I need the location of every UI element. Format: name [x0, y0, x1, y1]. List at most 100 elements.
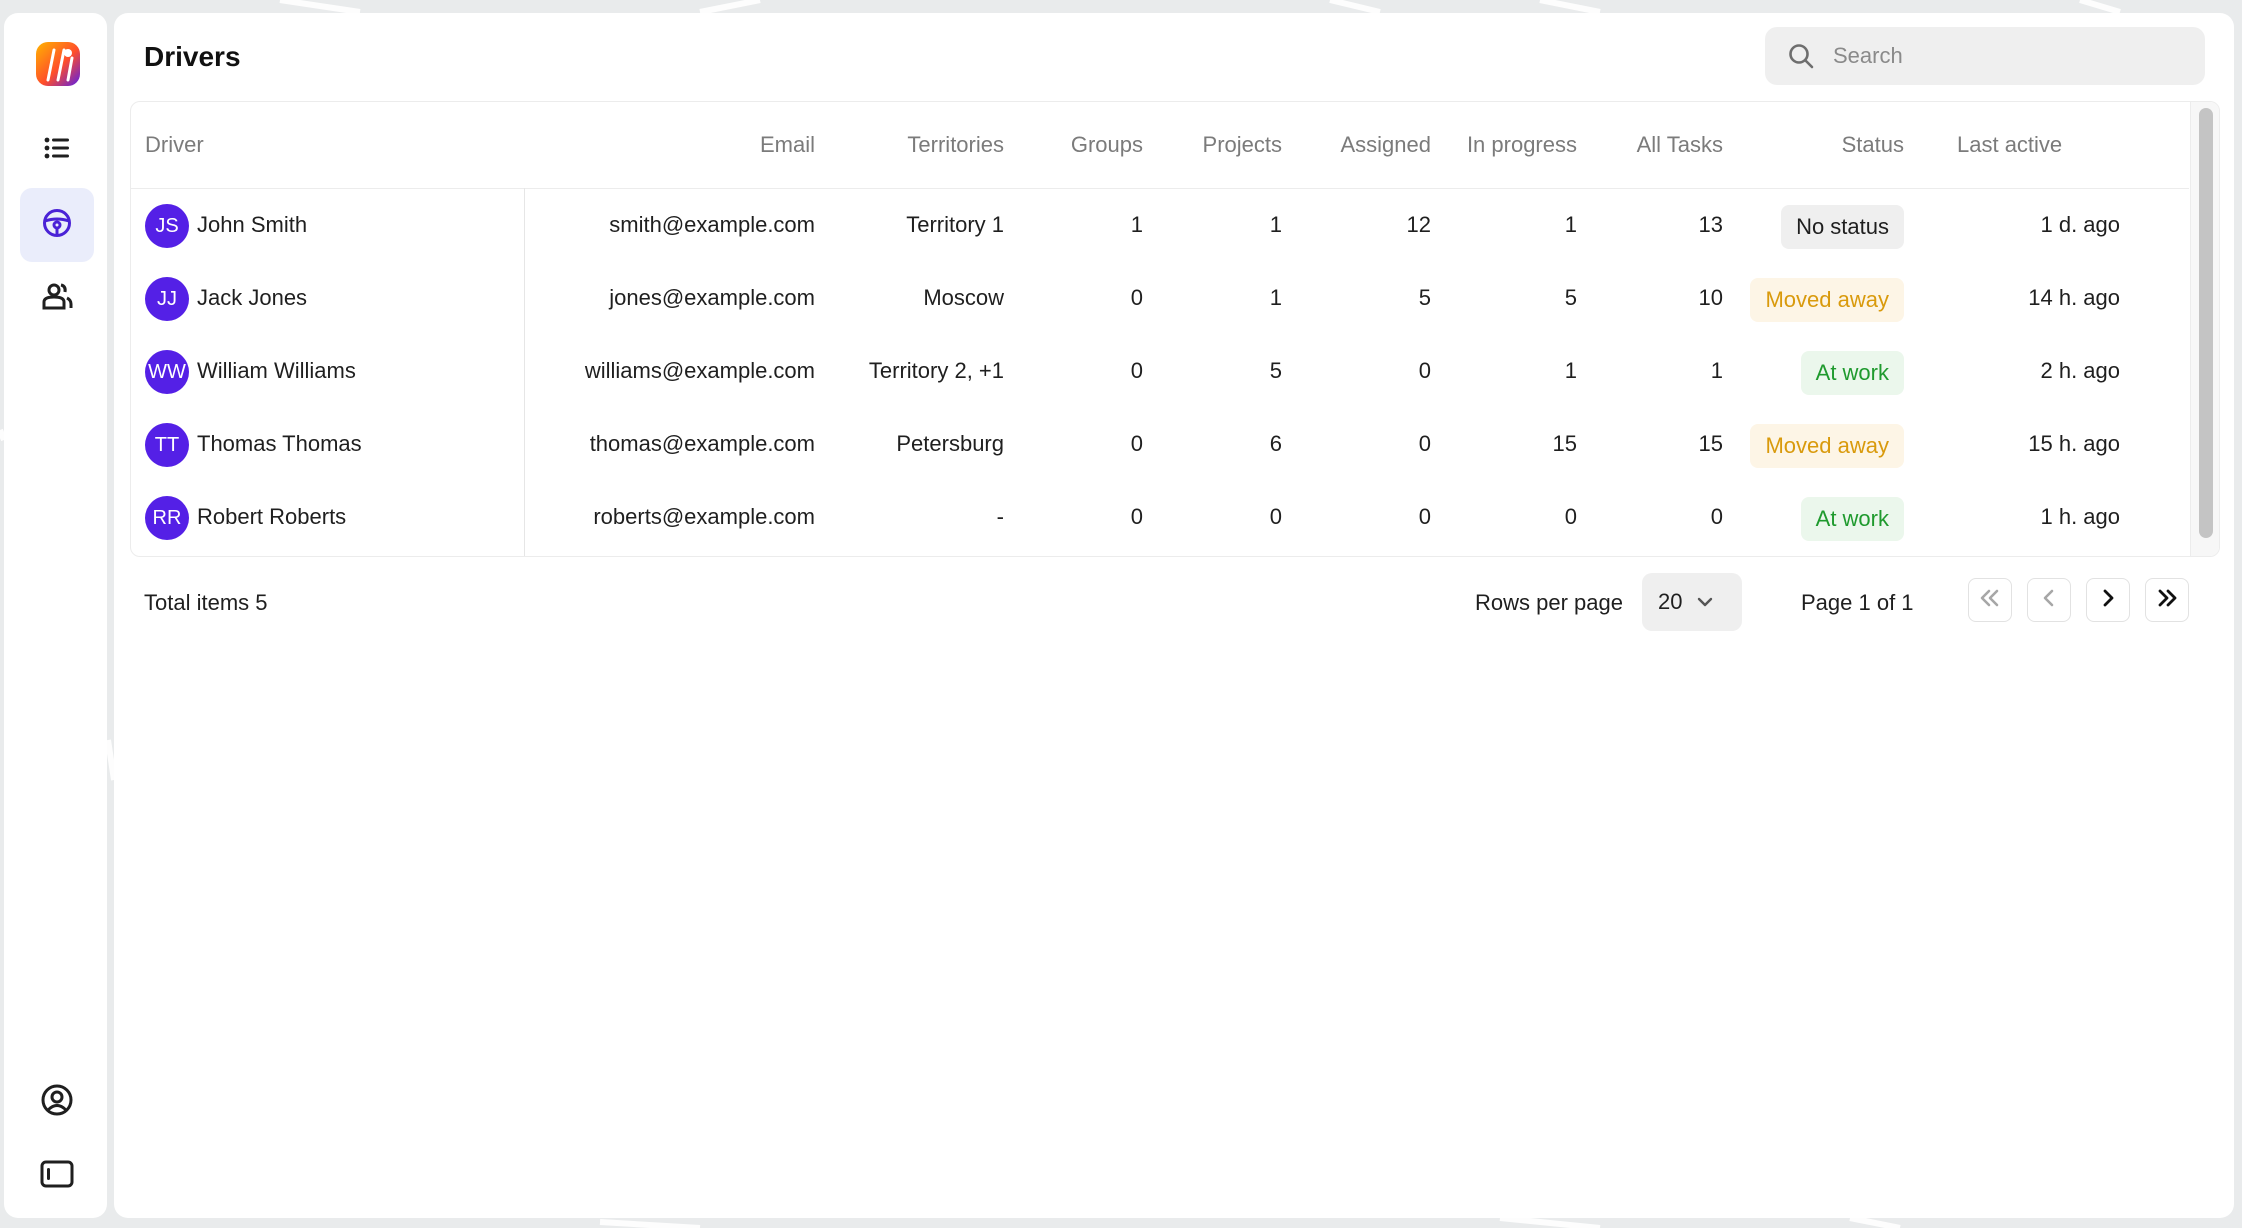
nav-drivers[interactable]	[20, 188, 94, 262]
cell-territories: Petersburg	[896, 431, 1004, 456]
status-badge: No status	[1781, 205, 1904, 249]
search-input[interactable]	[1831, 42, 2195, 70]
cell-assigned: 5	[1418, 285, 1431, 310]
avatar: JS	[145, 204, 189, 248]
cell-projects: 6	[1269, 431, 1282, 456]
header-last-active[interactable]: Last active	[1957, 132, 2062, 158]
cell-territories: Territory 2, +1	[868, 358, 1004, 383]
cell-driver-name: Jack Jones	[197, 285, 308, 310]
cell-assigned: 0	[1418, 358, 1431, 383]
avatar: RR	[145, 496, 189, 540]
chevrons-right-icon	[2155, 588, 2179, 613]
chevron-right-icon	[2100, 588, 2116, 613]
app-logo[interactable]	[34, 40, 82, 88]
cell-assigned: 12	[1406, 212, 1431, 237]
search-icon	[1787, 41, 1817, 71]
cell-groups: 0	[1130, 285, 1143, 310]
sidebar-toggle-icon	[40, 1160, 74, 1193]
cell-driver-name: William Williams	[197, 358, 356, 383]
header-all-tasks[interactable]: All Tasks	[1637, 132, 1723, 158]
last-page-button[interactable]	[2145, 578, 2189, 622]
cell-groups: 1	[1130, 212, 1143, 237]
table-row[interactable]: TT Thomas Thomas thomas@example.com Petersb…	[131, 409, 2189, 482]
list-icon	[42, 133, 72, 168]
cell-in-progress: 1	[1564, 212, 1577, 237]
status-badge: Moved away	[1750, 424, 1904, 468]
cell-assigned: 0	[1418, 504, 1431, 529]
cell-driver-name: Robert Roberts	[197, 504, 347, 529]
next-page-button[interactable]	[2086, 578, 2130, 622]
table-row[interactable]: JJ Jack Jones jones@example.com Moscow 0 1 5 5 1…	[131, 263, 2189, 336]
scrollbar-thumb[interactable]	[2199, 108, 2213, 538]
table-scrollbar[interactable]	[2190, 102, 2219, 556]
status-badge: Moved away	[1750, 278, 1904, 322]
nav-groups[interactable]	[20, 261, 94, 335]
user-circle-icon	[40, 1083, 74, 1122]
table-header: Driver Email Territories Groups Projects…	[131, 102, 2189, 189]
prev-page-button[interactable]	[2027, 578, 2071, 622]
table-row[interactable]: RR Robert Roberts roberts@example.com - 0 0 0 0…	[131, 482, 2189, 555]
cell-groups: 0	[1130, 358, 1143, 383]
drivers-table: Driver Email Territories Groups Projects…	[130, 101, 2220, 557]
cell-last-active: 2 h. ago	[2040, 358, 2120, 383]
search-box[interactable]	[1765, 27, 2205, 85]
table-row[interactable]: JS John Smith smith@example.com Territory 1…	[131, 190, 2189, 263]
cell-last-active: 1 h. ago	[2040, 504, 2120, 529]
sidebar	[4, 13, 107, 1218]
total-items: Total items 5	[144, 590, 268, 615]
cell-groups: 0	[1130, 431, 1143, 456]
cell-last-active: 15 h. ago	[2028, 431, 2120, 456]
cell-territories: -	[996, 504, 1004, 529]
page-info: Page 1 of 1	[1801, 590, 1914, 615]
cell-in-progress: 0	[1564, 504, 1577, 529]
rows-per-page-select[interactable]: 20	[1642, 573, 1742, 631]
cell-in-progress: 1	[1564, 358, 1577, 383]
cell-email: thomas@example.com	[589, 431, 815, 456]
main-panel: Drivers Driver Email Territories Groups …	[114, 13, 2234, 1218]
header-in-progress[interactable]: In progress	[1467, 132, 1577, 158]
cell-email: roberts@example.com	[593, 504, 815, 529]
header-driver[interactable]: Driver	[145, 132, 204, 158]
header-territories[interactable]: Territories	[907, 132, 1004, 158]
table-row[interactable]: WW William Williams williams@example.com Te…	[131, 336, 2189, 409]
cell-all-tasks: 0	[1710, 504, 1723, 529]
cell-territories: Moscow	[923, 285, 1004, 310]
avatar: TT	[145, 423, 189, 467]
chevron-left-icon	[2041, 588, 2057, 613]
cell-all-tasks: 10	[1698, 285, 1723, 310]
cell-all-tasks: 1	[1710, 358, 1723, 383]
cell-email: smith@example.com	[609, 212, 815, 237]
status-badge: At work	[1800, 351, 1904, 395]
cell-in-progress: 5	[1564, 285, 1577, 310]
cell-last-active: 14 h. ago	[2028, 285, 2120, 310]
rows-per-page-value: 20	[1658, 589, 1683, 614]
avatar: WW	[145, 350, 189, 394]
nav-toggle-sidebar[interactable]	[20, 1139, 94, 1213]
avatar: JJ	[145, 277, 189, 321]
header-groups[interactable]: Groups	[1071, 132, 1143, 158]
header-status[interactable]: Status	[1842, 132, 1904, 158]
cell-projects: 1	[1269, 285, 1282, 310]
cell-projects: 0	[1269, 504, 1282, 529]
first-page-button[interactable]	[1968, 578, 2012, 622]
cell-driver-name: John Smith	[197, 212, 308, 237]
header-email[interactable]: Email	[760, 132, 815, 158]
cell-assigned: 0	[1418, 431, 1431, 456]
cell-projects: 5	[1269, 358, 1282, 383]
nav-list[interactable]	[20, 113, 94, 187]
cell-email: jones@example.com	[609, 285, 815, 310]
steering-wheel-icon	[41, 207, 73, 244]
chevrons-left-icon	[1978, 588, 2002, 613]
header-projects[interactable]: Projects	[1203, 132, 1282, 158]
cell-driver-name: Thomas Thomas	[197, 431, 362, 456]
rows-per-page-label: Rows per page	[1475, 590, 1623, 615]
cell-territories: Territory 1	[906, 212, 1004, 237]
cell-in-progress: 15	[1552, 431, 1577, 456]
header-assigned[interactable]: Assigned	[1340, 132, 1431, 158]
page-title: Drivers	[144, 41, 241, 72]
chevron-down-icon	[1696, 596, 1714, 608]
cell-email: williams@example.com	[584, 358, 815, 383]
nav-profile[interactable]	[20, 1065, 94, 1139]
status-badge: At work	[1800, 497, 1904, 541]
cell-projects: 1	[1269, 212, 1282, 237]
